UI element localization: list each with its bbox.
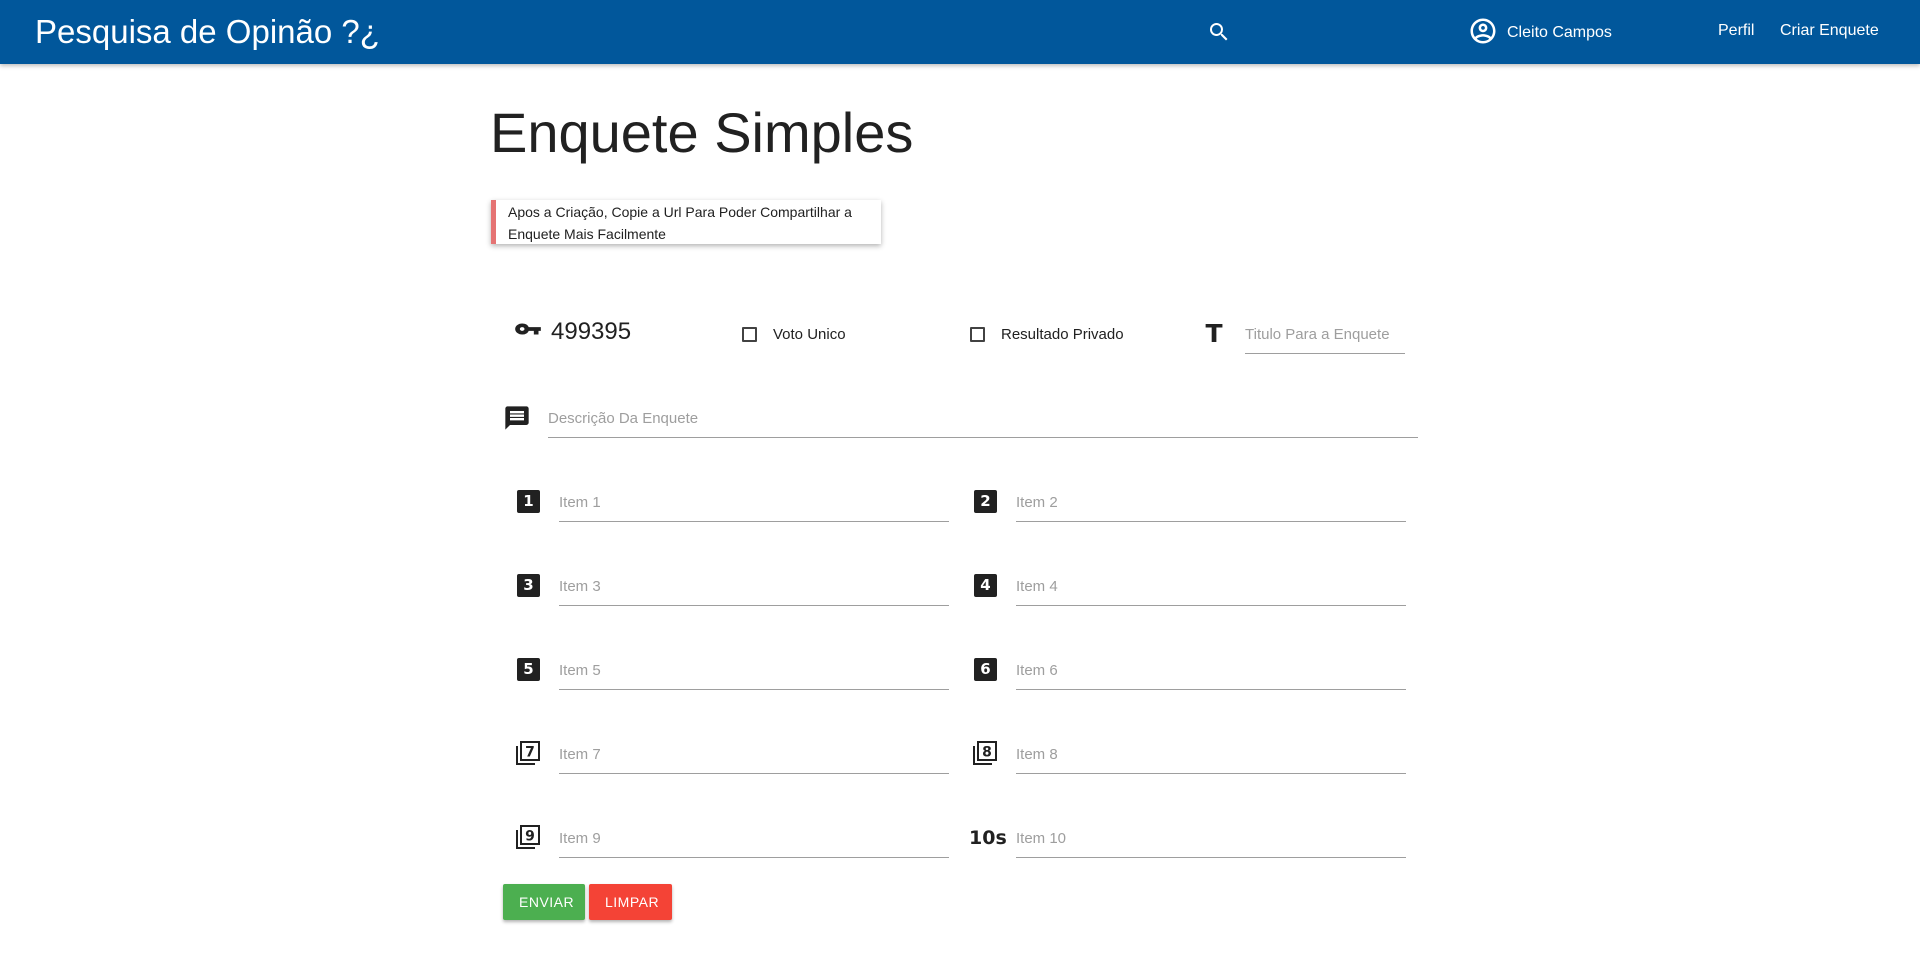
item-6-input[interactable] xyxy=(1016,652,1406,690)
account-circle-icon xyxy=(1468,16,1498,51)
poll-code: 499395 xyxy=(551,318,632,345)
share-url-notice: Apos a Criação, Copie a Url Para Poder C… xyxy=(491,200,881,244)
filter-7-icon: 7 xyxy=(514,739,542,767)
voto-unico-label[interactable]: Voto Unico xyxy=(773,326,846,343)
voto-unico-checkbox[interactable]: Voto Unico xyxy=(742,326,846,343)
user-name: Cleito Campos xyxy=(1507,24,1612,41)
item-6-badge: 6 xyxy=(974,658,997,681)
svg-text:9: 9 xyxy=(525,829,535,845)
item-10-input[interactable] xyxy=(1016,820,1406,858)
voto-unico-box[interactable] xyxy=(742,327,757,342)
item-5-badge: 5 xyxy=(517,658,540,681)
item-8-input[interactable] xyxy=(1016,736,1406,774)
item-1-input[interactable] xyxy=(559,484,949,522)
item-3-badge: 3 xyxy=(517,574,540,597)
resultado-privado-label[interactable]: Resultado Privado xyxy=(1001,326,1124,343)
text-format-icon: T xyxy=(1205,318,1223,348)
titulo-input[interactable] xyxy=(1245,316,1405,354)
item-1-badge: 1 xyxy=(517,490,540,513)
item-3-input[interactable] xyxy=(559,568,949,606)
page-title: Enquete Simples xyxy=(490,101,914,164)
timer-10s-label: 10s xyxy=(969,827,1007,849)
brand-logo[interactable]: Pesquisa de Opinão ?¿ xyxy=(35,12,380,52)
item-7-input[interactable] xyxy=(559,736,949,774)
nav-link-perfil[interactable]: Perfil xyxy=(1718,22,1754,40)
looks-two-icon: 2 xyxy=(974,490,997,513)
filter-8-icon: 8 xyxy=(971,739,999,767)
looks-three-icon: 3 xyxy=(517,574,540,597)
enviar-button[interactable]: ENVIAR xyxy=(503,884,585,920)
item-4-badge: 4 xyxy=(974,574,997,597)
vpn-key-icon xyxy=(514,318,542,340)
nav-link-criar-enquete[interactable]: Criar Enquete xyxy=(1780,22,1879,40)
item-2-badge: 2 xyxy=(974,490,997,513)
looks-six-icon: 6 xyxy=(974,658,997,681)
timer-10s-icon: 10s xyxy=(969,826,1007,850)
search-icon[interactable] xyxy=(1207,20,1231,44)
looks-five-icon: 5 xyxy=(517,658,540,681)
user-menu[interactable]: Cleito Campos xyxy=(1468,18,1612,48)
item-4-input[interactable] xyxy=(1016,568,1406,606)
item-9-input[interactable] xyxy=(559,820,949,858)
resultado-privado-box[interactable] xyxy=(970,327,985,342)
svg-text:7: 7 xyxy=(525,745,535,761)
looks-four-icon: 4 xyxy=(974,574,997,597)
message-icon xyxy=(503,404,531,432)
filter-9-icon: 9 xyxy=(514,823,542,851)
top-navbar: Pesquisa de Opinão ?¿ Cleito Campos Perf… xyxy=(0,0,1920,64)
item-2-input[interactable] xyxy=(1016,484,1406,522)
looks-one-icon: 1 xyxy=(517,490,540,513)
limpar-button[interactable]: LIMPAR xyxy=(589,884,672,920)
item-5-input[interactable] xyxy=(559,652,949,690)
descricao-input[interactable] xyxy=(548,400,1418,438)
resultado-privado-checkbox[interactable]: Resultado Privado xyxy=(970,326,1124,343)
svg-text:8: 8 xyxy=(982,745,992,761)
